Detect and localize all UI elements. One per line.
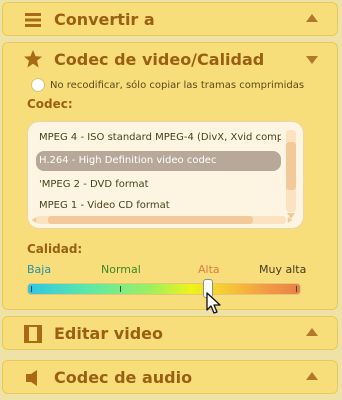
scroll-left-arrow-icon[interactable] xyxy=(31,215,37,225)
quality-label: Calidad: xyxy=(27,242,83,256)
quality-normal-label: Normal xyxy=(101,263,141,276)
codec-listbox[interactable]: MPEG 4 - ISO standard MPEG-4 (DivX, Xvid… xyxy=(27,121,304,229)
convert-panel-title: Convertir a xyxy=(54,10,155,29)
no-recode-checkbox[interactable] xyxy=(31,78,45,92)
convert-panel-header[interactable]: Convertir a xyxy=(2,2,338,36)
speaker-icon xyxy=(26,370,37,386)
star-icon xyxy=(24,50,42,68)
vertical-scroll-thumb[interactable] xyxy=(286,142,296,190)
quality-high-label: Alta xyxy=(198,263,220,276)
codec-option[interactable]: MPEG 4 - ISO standard MPEG-4 (DivX, Xvid… xyxy=(36,128,281,148)
mouse-pointer-icon xyxy=(206,292,221,314)
codec-label: Codec: xyxy=(27,97,73,111)
quality-very-high-label: Muy alta xyxy=(259,263,307,276)
codec-option[interactable]: MPEG 1 - Video CD format xyxy=(36,196,281,216)
audio-codec-panel-title: Codec de audio xyxy=(54,368,193,387)
no-recode-label: No recodificar, sólo copiar las tramas c… xyxy=(50,80,305,91)
slider-tick xyxy=(296,286,297,292)
horizontal-scroll-thumb[interactable] xyxy=(48,216,253,224)
film-icon xyxy=(24,325,42,343)
slider-tick xyxy=(120,286,121,292)
quality-low-label: Baja xyxy=(27,263,52,276)
chevron-up-icon[interactable] xyxy=(305,371,319,381)
codec-option-selected[interactable]: H.264 - High Definition video codec xyxy=(36,151,281,171)
list-icon xyxy=(25,13,41,27)
edit-video-panel-title: Editar video xyxy=(54,324,163,343)
edit-video-panel-header[interactable]: Editar video xyxy=(2,316,338,350)
scroll-right-arrow-icon[interactable] xyxy=(287,215,293,225)
codec-panel-header[interactable]: Codec de video/Calidad xyxy=(3,43,337,77)
codec-panel-title: Codec de video/Calidad xyxy=(54,50,265,69)
slider-tick xyxy=(31,286,32,292)
chevron-up-icon[interactable] xyxy=(305,13,319,23)
codec-option[interactable]: 'MPEG 2 - DVD format xyxy=(36,175,281,195)
quality-slider[interactable] xyxy=(27,283,301,295)
chevron-up-icon[interactable] xyxy=(305,327,319,337)
audio-codec-panel-header[interactable]: Codec de audio xyxy=(2,360,338,394)
chevron-down-icon[interactable] xyxy=(305,55,319,65)
